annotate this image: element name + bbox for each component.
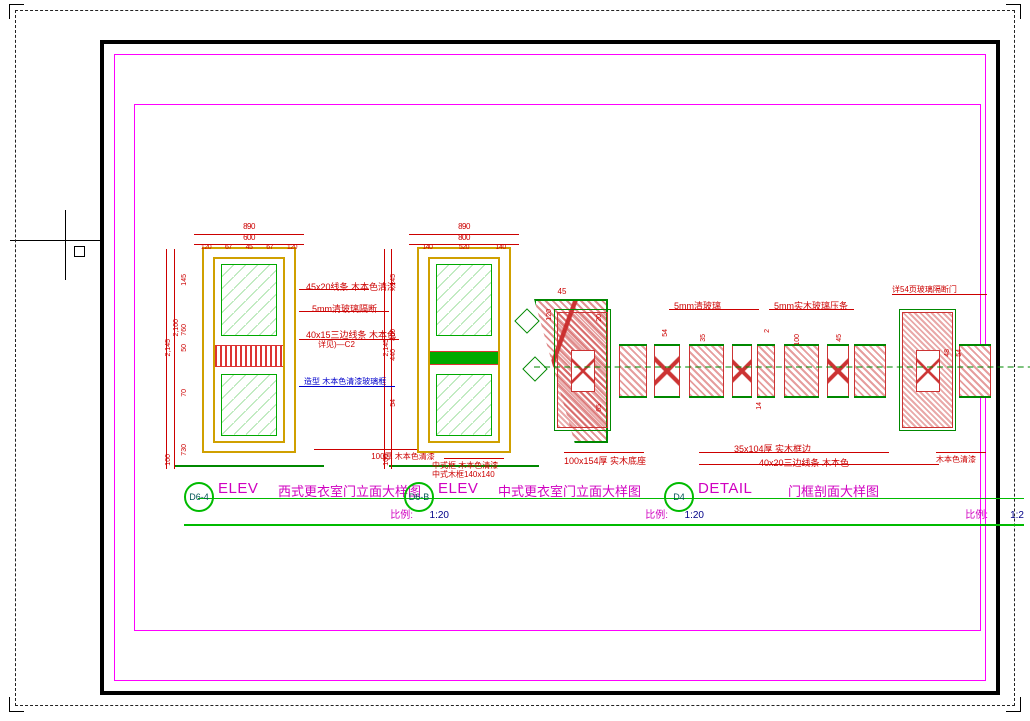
frame-section-details: 120 20 65 54 35 14 2 100 45 48 54 45 5mm… xyxy=(534,274,1030,474)
section-ref-bubble: D6-B xyxy=(404,482,434,512)
paper-border: 890 600 120 67 45 67 120 2,145 2,100 145… xyxy=(100,40,1000,695)
title-name: 西式更衣室门立面大样图 xyxy=(278,481,421,500)
title-kind: DETAIL xyxy=(698,480,752,497)
door-chinese-elev xyxy=(409,249,519,469)
callout-stile: 45x20线条 木本色清漆 xyxy=(306,280,396,293)
section-ref-bubble: D4 xyxy=(664,482,694,512)
crop-tick xyxy=(1006,697,1021,712)
scale-label: 比例: xyxy=(965,506,988,521)
title-block-2: D6-B ELEV 中式更衣室门立面大样图 比例: 1:20 xyxy=(404,474,704,526)
dim-vert-door1: 2,145 2,100 145 760 50 70 730 100 xyxy=(166,249,194,469)
door-western-elev xyxy=(194,249,304,469)
crop-tick xyxy=(9,697,24,712)
callout-rail-ref: 详见)—C2 xyxy=(318,339,355,350)
title-kind: ELEV xyxy=(218,480,258,497)
title-name: 门框剖面大样图 xyxy=(788,481,879,500)
title-name: 中式更衣室门立面大样图 xyxy=(498,481,641,500)
title-block-3: D4 DETAIL 门框剖面大样图 比例: 1:2 xyxy=(664,474,1024,526)
crop-tick xyxy=(1006,4,1021,19)
callout-glass: 5mm清玻璃隔断 xyxy=(312,302,377,315)
title-kind: ELEV xyxy=(438,480,478,497)
callout-freehand: 造型 木本色清漆玻璃框 xyxy=(304,376,386,387)
section-ref-bubble: D6-4 xyxy=(184,482,214,512)
crop-tick xyxy=(9,4,24,19)
door-waist-rail xyxy=(215,345,283,367)
scale-value: 1:2 xyxy=(1010,510,1024,521)
